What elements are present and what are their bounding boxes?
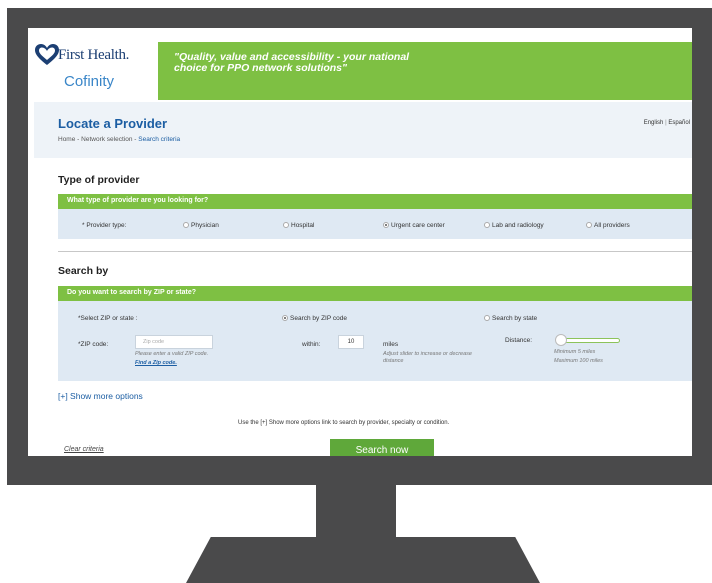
show-more-options-link[interactable]: [+] Show more options — [58, 391, 143, 401]
distance-min: Minimum 5 miles — [554, 349, 596, 355]
zip-code-label: *ZIP code: — [78, 341, 109, 348]
more-options-help: Use the [+] Show more options link to se… — [238, 420, 450, 426]
screen: First Health. Cofinity "Quality, value a… — [28, 28, 692, 456]
radio-urgent-care[interactable] — [383, 222, 389, 228]
language-switcher: English | Español — [644, 120, 690, 126]
search-state-label: Search by state — [492, 315, 538, 322]
search-by-question: Do you want to search by ZIP or state? — [67, 289, 197, 296]
radio-search-zip[interactable] — [282, 315, 288, 321]
monitor-neck — [316, 485, 396, 537]
option-urgent-care-label: Urgent care center — [391, 222, 445, 229]
miles-unit: miles — [383, 341, 399, 348]
option-all-providers-label: All providers — [594, 222, 630, 229]
search-now-button[interactable]: Search now — [330, 439, 434, 456]
radio-search-state[interactable] — [484, 315, 490, 321]
zip-hint: Please enter a valid ZIP code. — [135, 351, 209, 357]
monitor-base — [186, 537, 540, 583]
heart-logo-icon — [35, 44, 59, 65]
breadcrumb: Home - Network selection - Search criter… — [58, 136, 180, 143]
radio-physician[interactable] — [183, 222, 189, 228]
logo[interactable]: First Health. Cofinity — [34, 43, 164, 101]
language-spanish[interactable]: Español — [668, 120, 690, 126]
provider-type-question: What type of provider are you looking fo… — [67, 197, 209, 204]
search-by-title: Search by — [58, 265, 109, 277]
breadcrumb-sep: - — [77, 136, 80, 143]
page-title: Locate a Provider — [58, 116, 168, 131]
within-label: within: — [302, 341, 321, 348]
breadcrumb-sep: - — [134, 136, 137, 143]
option-lab-radiology-label: Lab and radiology — [492, 222, 544, 229]
clear-criteria-link[interactable]: Clear criteria — [64, 446, 104, 453]
distance-max: Maximum 100 miles — [554, 358, 603, 364]
tagline: "Quality, value and accessibility - your… — [174, 51, 410, 74]
brand-primary: First Health. — [58, 47, 130, 63]
radio-hospital[interactable] — [283, 222, 289, 228]
zip-code-input[interactable]: Zip code — [135, 335, 213, 349]
radio-lab-radiology[interactable] — [484, 222, 490, 228]
language-sep: | — [665, 120, 667, 126]
breadcrumb-network[interactable]: Network selection — [81, 136, 132, 143]
find-zip-link[interactable]: Find a Zip code. — [135, 360, 177, 366]
slider-hint: Adjust slider to increase or decrease di… — [383, 351, 472, 364]
distance-label: Distance: — [505, 337, 533, 344]
breadcrumb-home[interactable]: Home — [58, 136, 75, 143]
provider-type-question-bar: What type of provider are you looking fo… — [58, 194, 692, 209]
distance-slider-handle[interactable] — [555, 334, 567, 346]
brand-secondary: Cofinity — [64, 73, 115, 90]
option-physician-label: Physician — [191, 222, 219, 229]
within-miles-input[interactable]: 10 — [338, 335, 364, 349]
breadcrumb-current: Search criteria — [138, 136, 181, 143]
distance-slider-track[interactable] — [562, 338, 620, 343]
search-zip-label: Search by ZIP code — [290, 315, 347, 322]
provider-type-title: Type of provider — [58, 174, 140, 186]
select-zip-state-label: *Select ZIP or state : — [78, 315, 138, 322]
language-english[interactable]: English — [644, 120, 664, 126]
provider-type-label: * Provider type: — [82, 222, 127, 229]
radio-all-providers[interactable] — [586, 222, 592, 228]
option-hospital-label: Hospital — [291, 222, 315, 229]
section-divider — [58, 251, 692, 252]
search-by-question-bar: Do you want to search by ZIP or state? — [58, 286, 692, 301]
